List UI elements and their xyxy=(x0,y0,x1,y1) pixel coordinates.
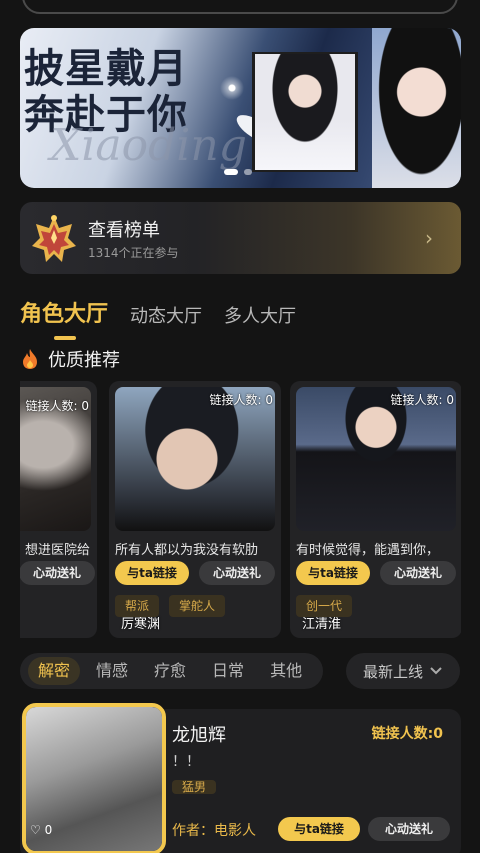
tag-chip: 创一代 xyxy=(296,595,353,617)
role-card[interactable]: 链接人数: 0 ♡ 3 江清淮 有时候觉得，能遇到你， 与ta链接 心动送礼 创… xyxy=(290,381,461,638)
role-list-name: 龙旭辉 xyxy=(172,725,226,746)
tab-role-hall[interactable]: 角色大厅 xyxy=(20,296,108,340)
banner-script-text: Xiaoding xyxy=(50,120,247,171)
role-card-link-count: 链接人数: 0 xyxy=(209,393,274,407)
tag-chip: 帮派 xyxy=(115,595,160,617)
promo-banner[interactable]: 披星戴月 奔赴于你 Xiaoding xyxy=(20,28,461,188)
filter-healing[interactable]: 疗愈 xyxy=(144,657,196,685)
gift-button[interactable]: 心动送礼 xyxy=(380,561,456,585)
role-card[interactable]: 链接人数: 0 想进医院给 心动送礼 xyxy=(20,381,97,638)
chevron-down-icon xyxy=(430,667,442,675)
gift-button[interactable]: 心动送礼 xyxy=(368,817,450,841)
role-card-desc: 有时候觉得，能遇到你， xyxy=(296,543,440,558)
role-list-author: 作者：电影人 xyxy=(172,823,256,839)
role-list-likes-value: 0 xyxy=(44,823,53,837)
leaderboard-participants: 1314个正在参与 xyxy=(88,246,179,260)
role-list-desc: ！！ xyxy=(172,754,200,770)
role-card-tags: 创一代 xyxy=(296,595,353,617)
category-filter: 解密 情感 疗愈 日常 其他 xyxy=(20,653,323,689)
role-card-image xyxy=(296,387,456,531)
role-card-link-count: 链接人数: 0 xyxy=(25,399,90,413)
role-list-likes: ♡ 0 xyxy=(30,823,52,837)
leaderboard-entry[interactable]: 查看榜单 1314个正在参与 › xyxy=(20,202,461,274)
crown-trophy-icon xyxy=(32,215,76,262)
filter-daily[interactable]: 日常 xyxy=(202,657,254,685)
role-card-link-count: 链接人数: 0 xyxy=(390,393,455,407)
role-card-desc: 所有人都以为我没有软肋 xyxy=(115,543,259,558)
link-button[interactable]: 与ta链接 xyxy=(296,561,370,585)
banner-dot xyxy=(244,169,252,175)
role-card-carousel: 链接人数: 0 想进医院给 心动送礼 链接人数: 0 ♡ 厉寒渊 所有人都以为我… xyxy=(20,381,461,639)
gift-button[interactable]: 心动送礼 xyxy=(20,561,95,585)
role-card-tags: 帮派 掌舵人 xyxy=(115,595,226,617)
tab-group-hall[interactable]: 多人大厅 xyxy=(224,302,296,328)
banner-pagination xyxy=(224,169,252,175)
role-list-link-count: 链接人数:0 xyxy=(371,726,443,742)
sort-label: 最新上线 xyxy=(362,662,423,681)
sort-dropdown[interactable]: 最新上线 xyxy=(346,653,460,689)
banner-dot-active xyxy=(224,169,238,175)
tab-feed-hall[interactable]: 动态大厅 xyxy=(130,302,202,328)
filter-puzzle[interactable]: 解密 xyxy=(28,657,81,685)
filter-emotion[interactable]: 情感 xyxy=(86,657,138,685)
tag-chip: 猛男 xyxy=(172,780,217,794)
banner-title-line1: 披星戴月 xyxy=(24,45,188,92)
gift-button[interactable]: 心动送礼 xyxy=(199,561,275,585)
filter-other[interactable]: 其他 xyxy=(260,657,312,685)
fire-icon xyxy=(23,349,37,369)
banner-portrait-girl-framed xyxy=(255,54,355,170)
tag-chip: 掌舵人 xyxy=(169,595,226,617)
role-card[interactable]: 链接人数: 0 ♡ 厉寒渊 所有人都以为我没有软肋 与ta链接 心动送礼 帮派 … xyxy=(109,381,281,638)
role-list-item[interactable]: ♡ 0 龙旭辉 链接人数:0 ！！ 猛男 作者：电影人 与ta链接 心动送礼 xyxy=(20,703,461,853)
leaderboard-title: 查看榜单 xyxy=(88,220,160,241)
hall-tabs: 角色大厅 动态大厅 多人大厅 xyxy=(20,296,296,340)
recommend-header: 优质推荐 xyxy=(20,346,120,372)
search-bar[interactable] xyxy=(22,0,458,14)
role-list-tags: 猛男 xyxy=(172,776,217,798)
link-button[interactable]: 与ta链接 xyxy=(278,817,360,841)
banner-portrait-girl xyxy=(372,28,461,188)
recommend-title: 优质推荐 xyxy=(48,350,120,371)
link-button[interactable]: 与ta链接 xyxy=(115,561,189,585)
role-card-image xyxy=(115,387,275,531)
chevron-right-icon: › xyxy=(425,226,433,250)
heart-icon: ♡ xyxy=(30,823,41,837)
